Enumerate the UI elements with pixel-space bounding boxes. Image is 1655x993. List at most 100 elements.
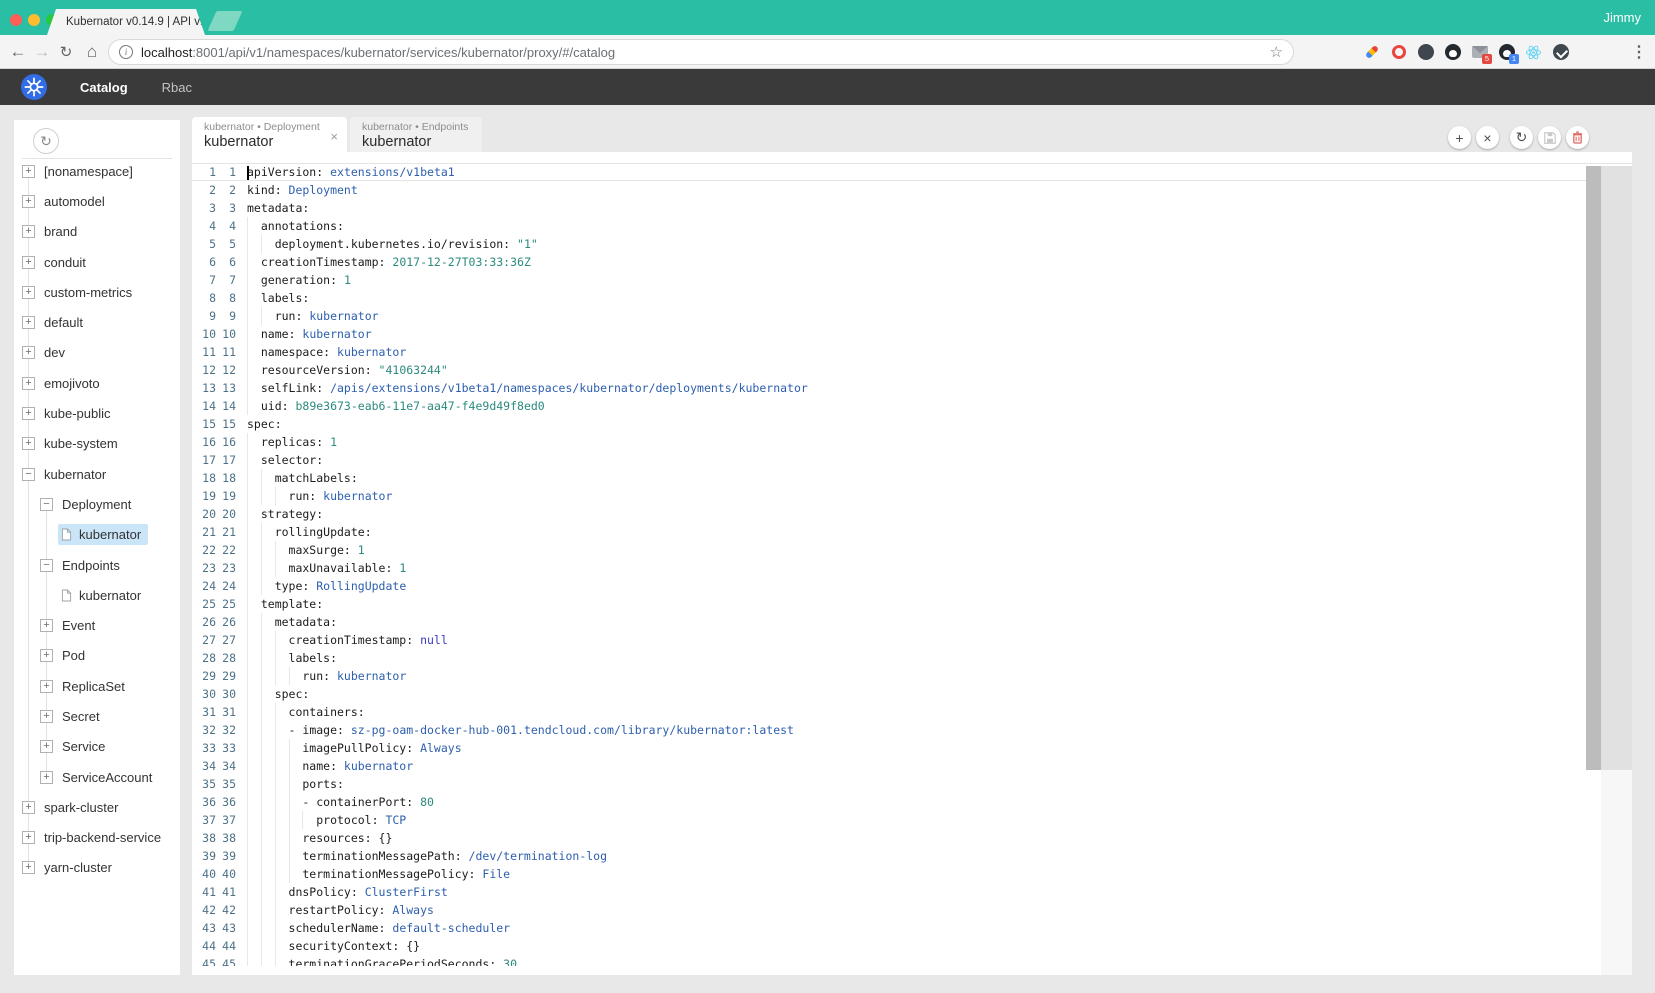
new-tab-button[interactable] <box>208 11 243 31</box>
tree-item-service[interactable]: +Service <box>14 732 180 762</box>
editor-scrollbar-track-lower[interactable] <box>1601 770 1632 975</box>
tree-item-kube-system[interactable]: +kube-system <box>14 429 180 459</box>
pen-tool-extension-icon[interactable] <box>1363 44 1380 61</box>
react-devtools-extension-icon[interactable] <box>1525 44 1542 61</box>
expand-icon[interactable]: + <box>40 649 53 662</box>
tree-item-yarn-cluster[interactable]: +yarn-cluster <box>14 853 180 883</box>
gutter-line-number: 42 <box>192 901 216 919</box>
editor-scrollbar-track[interactable] <box>1601 166 1632 770</box>
code-text: name: kubernator <box>247 325 1632 343</box>
back-icon[interactable]: ← <box>6 35 30 69</box>
indent-guide <box>247 811 261 829</box>
expand-icon[interactable]: + <box>22 346 35 359</box>
tree-item-kube-public[interactable]: +kube-public <box>14 398 180 428</box>
indent-guide <box>247 685 261 703</box>
expand-icon[interactable]: + <box>40 710 53 723</box>
tree-item-emojivoto[interactable]: +emojivoto <box>14 368 180 398</box>
gutter-line-number: 21 <box>216 523 236 541</box>
url-path: :8001/api/v1/namespaces/kubernator/servi… <box>192 45 615 60</box>
window-minimize-button[interactable] <box>28 14 40 26</box>
namespace-sidebar: ↻ +[nonamespace]+automodel+brand+conduit… <box>14 120 180 975</box>
tree-item-trip-backend-service[interactable]: +trip-backend-service <box>14 823 180 853</box>
expand-icon[interactable]: + <box>40 740 53 753</box>
file-entry[interactable]: kubernator <box>58 585 148 606</box>
editor-tab-close-icon[interactable]: × <box>330 129 338 144</box>
tree-item-dev[interactable]: +dev <box>14 338 180 368</box>
tree-item-spark-cluster[interactable]: +spark-cluster <box>14 792 180 822</box>
github-extension-icon[interactable] <box>1444 44 1461 61</box>
tree-file-kubernator[interactable]: kubernator <box>14 580 180 610</box>
tree-item-nonamespace[interactable]: +[nonamespace] <box>14 156 180 186</box>
sidebar-refresh-button[interactable]: ↻ <box>33 128 59 154</box>
ad-blocker-extension-icon[interactable] <box>1390 44 1407 61</box>
expand-icon[interactable]: + <box>22 801 35 814</box>
tab-add-button[interactable]: + <box>1448 126 1471 149</box>
expand-icon[interactable]: + <box>22 861 35 874</box>
evernote-extension-icon[interactable] <box>1417 44 1434 61</box>
tree-item-deployment[interactable]: −Deployment <box>14 489 180 519</box>
reload-icon[interactable]: ↻ <box>54 35 78 69</box>
tree-item-event[interactable]: +Event <box>14 610 180 640</box>
github-notifier-extension-icon[interactable]: 1 <box>1498 44 1515 61</box>
expand-icon[interactable]: + <box>22 225 35 238</box>
code-line-33: 3333 imagePullPolicy: Always <box>192 739 1632 757</box>
expand-icon[interactable]: + <box>40 680 53 693</box>
browser-tab[interactable]: Kubernator v0.14.9 | API v1.8.5 × <box>47 9 205 35</box>
tree-item-automodel[interactable]: +automodel <box>14 186 180 216</box>
tree-item-secret[interactable]: +Secret <box>14 701 180 731</box>
window-close-button[interactable] <box>10 14 22 26</box>
expand-icon[interactable]: + <box>22 831 35 844</box>
gutter-line-number: 35 <box>192 775 216 793</box>
expand-icon[interactable]: + <box>22 377 35 390</box>
editor-scrollbar-thumb[interactable] <box>1586 166 1601 770</box>
delete-button[interactable] <box>1566 126 1589 149</box>
gutter-line-number: 27 <box>216 631 236 649</box>
expand-icon[interactable]: + <box>22 316 35 329</box>
tree-file-kubernator[interactable]: kubernator <box>14 520 180 550</box>
tree-item-pod[interactable]: +Pod <box>14 641 180 671</box>
expand-icon[interactable]: + <box>22 286 35 299</box>
editor-tab-deployment-kubernator[interactable]: kubernator • Deployment kubernator × <box>192 117 347 152</box>
nav-item-rbac[interactable]: Rbac <box>162 80 192 95</box>
code-line-5: 55 deployment.kubernetes.io/revision: "1… <box>192 235 1632 253</box>
code-line-12: 1212 resourceVersion: "41063244" <box>192 361 1632 379</box>
tree-item-endpoints[interactable]: −Endpoints <box>14 550 180 580</box>
selected-file-highlight[interactable]: kubernator <box>58 524 148 545</box>
bookmark-star-icon[interactable]: ☆ <box>1270 43 1283 61</box>
nav-item-catalog[interactable]: Catalog <box>80 80 128 95</box>
collapse-icon[interactable]: − <box>22 468 35 481</box>
yaml-editor-panel[interactable]: 11apiVersion: extensions/v1beta122kind: … <box>192 152 1632 975</box>
tree-item-default[interactable]: +default <box>14 307 180 337</box>
tree-item-custom-metrics[interactable]: +custom-metrics <box>14 277 180 307</box>
gutter-line-number: 14 <box>216 397 236 415</box>
tree-item-kubernator[interactable]: −kubernator <box>14 459 180 489</box>
save-button[interactable] <box>1538 126 1561 149</box>
tree-item-brand[interactable]: +brand <box>14 217 180 247</box>
collapse-icon[interactable]: − <box>40 559 53 572</box>
tree-item-replicaset[interactable]: +ReplicaSet <box>14 671 180 701</box>
browser-profile-name[interactable]: Jimmy <box>1603 10 1641 25</box>
indent-guide <box>302 811 316 829</box>
expand-icon[interactable]: + <box>22 195 35 208</box>
tree-item-serviceaccount[interactable]: +ServiceAccount <box>14 762 180 792</box>
pocket-extension-icon[interactable] <box>1552 44 1569 61</box>
collapse-icon[interactable]: − <box>40 498 53 511</box>
tree-item-conduit[interactable]: +conduit <box>14 247 180 277</box>
expand-icon[interactable]: + <box>22 165 35 178</box>
address-bar[interactable]: i localhost:8001/api/v1/namespaces/kuber… <box>108 39 1294 65</box>
expand-icon[interactable]: + <box>40 619 53 632</box>
indent-guide <box>275 811 289 829</box>
browser-menu-icon[interactable]: ⋮ <box>1631 35 1647 69</box>
expand-icon[interactable]: + <box>22 256 35 269</box>
expand-icon[interactable]: + <box>22 407 35 420</box>
editor-tab-endpoints-kubernator[interactable]: kubernator • Endpoints kubernator <box>350 117 482 152</box>
expand-icon[interactable]: + <box>22 437 35 450</box>
code-line-13: 1313 selfLink: /apis/extensions/v1beta1/… <box>192 379 1632 397</box>
home-icon[interactable]: ⌂ <box>80 35 104 69</box>
site-info-icon[interactable]: i <box>119 45 133 59</box>
tab-close-button[interactable]: × <box>1476 126 1499 149</box>
expand-icon[interactable]: + <box>40 771 53 784</box>
resource-reload-button[interactable]: ↻ <box>1510 126 1533 149</box>
mail-notifier-extension-icon[interactable]: 5 <box>1471 44 1488 61</box>
editor-content[interactable]: 11apiVersion: extensions/v1beta122kind: … <box>192 163 1632 966</box>
